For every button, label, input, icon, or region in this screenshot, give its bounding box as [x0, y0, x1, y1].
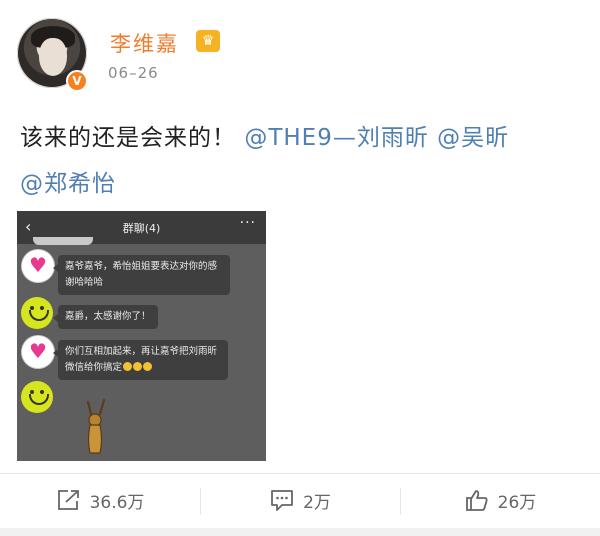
- thumbs-up-icon: [465, 490, 488, 511]
- mention-the9-liuyuxin[interactable]: @THE9—刘雨昕: [244, 125, 429, 151]
- bottom-spacer: [0, 528, 600, 536]
- mention-wuxin[interactable]: @吴昕: [437, 125, 509, 151]
- smiley-avatar-icon: [21, 297, 53, 329]
- repost-count: 36.6万: [89, 492, 145, 513]
- avatar-face: [39, 38, 67, 76]
- emoji-icon: [123, 362, 133, 371]
- comment-count: 2万: [303, 492, 331, 513]
- repost-icon: [57, 490, 79, 510]
- post-text: 该来的还是会来的！ @THE9—刘雨昕 @吴昕 @郑希怡: [20, 115, 590, 207]
- comment-icon: [271, 490, 293, 511]
- emoji-icon: [143, 362, 153, 371]
- repost-button[interactable]: 36.6万: [0, 474, 200, 526]
- more-icon: ···: [239, 215, 256, 231]
- emoji-icon: [133, 362, 143, 371]
- post-timestamp: 06–26: [108, 64, 159, 82]
- vip-crown-icon[interactable]: ♛: [196, 30, 220, 52]
- smiley-avatar-icon: [21, 381, 53, 413]
- chat-message: 嘉爵，太感谢你了！: [53, 305, 158, 329]
- chat-message: 你们互相加起来，再让嘉爷把刘雨昕微信给你搞定: [53, 340, 228, 380]
- heart-avatar-icon: [22, 336, 54, 368]
- chat-message: 嘉爷嘉爷，希怡姐姐要表达对你的感谢哈哈哈: [53, 255, 230, 295]
- chat-title: 群聊(4): [122, 222, 161, 235]
- mention-zhengxiyi[interactable]: @郑希怡: [20, 171, 116, 197]
- like-count: 26万: [497, 492, 537, 513]
- heart-avatar-icon: [22, 250, 54, 282]
- username[interactable]: 李维嘉: [110, 28, 179, 58]
- post-image[interactable]: ‹ 群聊(4) ··· 嘉爷嘉爷，希怡姐姐要表达对你的感谢哈哈哈 嘉爵，太感谢你…: [17, 211, 266, 461]
- previous-bubble-edge: [33, 237, 93, 245]
- dancing-figure-sticker-icon: [86, 398, 106, 454]
- like-button[interactable]: 26万: [400, 474, 600, 526]
- verified-badge-icon: V: [66, 70, 88, 92]
- comment-button[interactable]: 2万: [200, 474, 400, 526]
- post-body-text: 该来的还是会来的！: [20, 125, 236, 151]
